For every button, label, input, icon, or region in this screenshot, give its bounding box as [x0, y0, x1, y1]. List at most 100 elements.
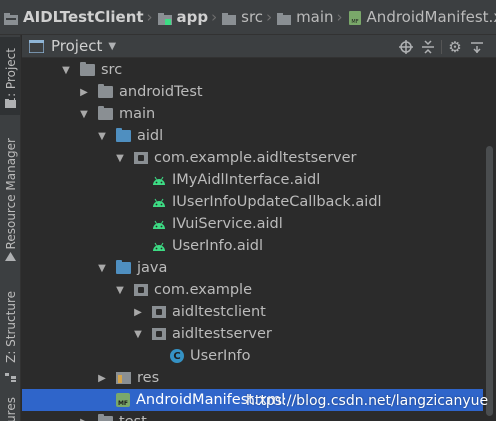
folder-icon	[277, 11, 292, 25]
tree-row[interactable]: ▼ src	[22, 59, 483, 81]
tree-row-label: IUserInfoUpdateCallback.aidl	[172, 194, 382, 210]
package-icon	[134, 152, 148, 164]
collapse-arrow-icon[interactable]: ▶	[96, 372, 108, 384]
collapse-arrow-icon[interactable]: ▶	[132, 306, 144, 318]
android-icon	[153, 242, 165, 251]
expand-arrow-icon[interactable]: ▼	[132, 328, 144, 340]
project-panel-header: Project ▼ ⚙	[22, 35, 496, 58]
folder-icon	[222, 11, 237, 25]
dropdown-arrow-icon: ▼	[108, 40, 117, 52]
project-tree: ▼ src ▶ androidTest ▼ main ▼ aidl ▼ com.example.a…	[22, 58, 483, 421]
manifest-icon: MF	[348, 11, 362, 25]
structure-icon	[5, 373, 16, 382]
tab-resource-manager[interactable]: Resource Manager	[0, 135, 20, 253]
tree-row[interactable]: IVuiService.aidl	[22, 213, 483, 235]
breadcrumb-label: app	[176, 8, 209, 26]
tree-row-label: UserInfo.aidl	[172, 238, 263, 254]
tree-row[interactable]: ▼ com.example	[22, 279, 483, 301]
android-icon	[153, 176, 165, 185]
tree-row[interactable]: ▼ main	[22, 103, 483, 125]
package-icon	[134, 284, 148, 296]
expand-arrow-icon[interactable]: ▼	[60, 64, 72, 76]
breadcrumb-manifest[interactable]: MF AndroidManifest.xml	[348, 8, 496, 26]
tab-structure[interactable]: Z: Structure	[0, 283, 20, 371]
tree-row-label: aidltestclient	[172, 304, 266, 320]
breadcrumb-project[interactable]: AIDLTestClient	[4, 8, 144, 26]
breadcrumb-module[interactable]: app	[157, 8, 209, 26]
android-icon	[153, 220, 165, 229]
tab-resource-manager-label: Resource Manager	[3, 138, 18, 250]
collapse-arrow-icon[interactable]: ▶	[78, 416, 90, 421]
tree-row[interactable]: UserInfo.aidl	[22, 235, 483, 257]
breadcrumb-main[interactable]: main	[277, 8, 334, 26]
hide-panel-button[interactable]	[466, 36, 488, 58]
tab-structure-label: Z: Structure	[3, 291, 18, 363]
folder-icon	[5, 99, 16, 108]
collapse-arrow-icon[interactable]: ▶	[78, 86, 90, 98]
tree-row[interactable]: ▼ com.example.aidltestserver	[22, 147, 483, 169]
collapse-all-button[interactable]	[417, 36, 439, 58]
tree-row-label: test	[119, 414, 147, 421]
folder-icon	[98, 84, 113, 98]
locate-button[interactable]	[395, 36, 417, 58]
tree-row[interactable]: ▼ aidltestserver	[22, 323, 483, 345]
tree-row-label: src	[101, 62, 123, 78]
tree-row[interactable]: ▶ androidTest	[22, 81, 483, 103]
breadcrumb-label: src	[241, 8, 264, 26]
project-view-selector[interactable]: Project ▼	[29, 37, 116, 55]
arrow-spacer	[132, 196, 144, 208]
breadcrumb-src[interactable]: src	[222, 8, 263, 26]
package-icon	[152, 306, 166, 318]
folder-icon	[80, 62, 95, 76]
chevron-right-icon: ›	[336, 8, 343, 26]
tree-row-label: java	[137, 260, 168, 276]
vertical-scrollbar[interactable]	[483, 58, 496, 421]
expand-arrow-icon[interactable]: ▼	[114, 284, 126, 296]
settings-icon: ⚙	[448, 37, 462, 56]
resources-folder-icon	[116, 372, 131, 384]
tab-favorites-label: ures	[3, 397, 18, 421]
expand-arrow-icon[interactable]: ▼	[96, 262, 108, 274]
tree-row[interactable]: ▶ res	[22, 367, 483, 389]
source-folder-icon	[116, 260, 131, 274]
expand-arrow-icon[interactable]: ▼	[96, 130, 108, 142]
tree-row[interactable]: ▶ aidltestclient	[22, 301, 483, 323]
tree-row[interactable]: ▼ aidl	[22, 125, 483, 147]
arrow-spacer	[132, 218, 144, 230]
breadcrumb-label: AIDLTestClient	[23, 8, 144, 26]
collapse-all-icon	[422, 39, 434, 54]
watermark-text: https://blog.csdn.net/langzicanyue	[246, 393, 489, 409]
arrow-spacer	[132, 240, 144, 252]
tree-row[interactable]: C UserInfo	[22, 345, 483, 367]
source-folder-icon	[116, 128, 131, 142]
chevron-right-icon: ›	[146, 8, 153, 26]
tab-favorites[interactable]: ures	[0, 390, 20, 421]
folder-icon	[98, 414, 113, 421]
expand-arrow-icon[interactable]: ▼	[78, 108, 90, 120]
tree-row-label: res	[137, 370, 160, 386]
tree-row[interactable]: ▼ java	[22, 257, 483, 279]
project-view-icon	[29, 39, 44, 53]
project-folder-icon	[4, 11, 18, 25]
tab-project-label: 1: Project	[3, 47, 18, 105]
scrollbar-thumb[interactable]	[486, 146, 493, 416]
package-icon	[152, 328, 166, 340]
arrow-spacer	[150, 350, 162, 362]
tree-row-label: UserInfo	[190, 348, 251, 364]
tool-window-strip: 1: Project Resource Manager Z: Structure…	[0, 35, 21, 421]
panel-toolbar: ⚙	[395, 35, 488, 58]
toolbar-divider	[441, 39, 442, 54]
chevron-right-icon: ›	[266, 8, 273, 26]
resource-icon	[5, 252, 16, 261]
folder-icon	[98, 106, 113, 120]
tree-row-label: IVuiService.aidl	[172, 216, 283, 232]
breadcrumb-label: AndroidManifest.xml	[366, 8, 496, 26]
tree-row[interactable]: IMyAidlInterface.aidl	[22, 169, 483, 191]
svg-text:MF: MF	[351, 19, 358, 25]
settings-button[interactable]: ⚙	[444, 36, 466, 58]
expand-arrow-icon[interactable]: ▼	[114, 152, 126, 164]
locate-icon	[399, 39, 413, 54]
tree-row[interactable]: IUserInfoUpdateCallback.aidl	[22, 191, 483, 213]
arrow-spacer	[132, 174, 144, 186]
tree-row[interactable]: ▶ test	[22, 411, 483, 421]
